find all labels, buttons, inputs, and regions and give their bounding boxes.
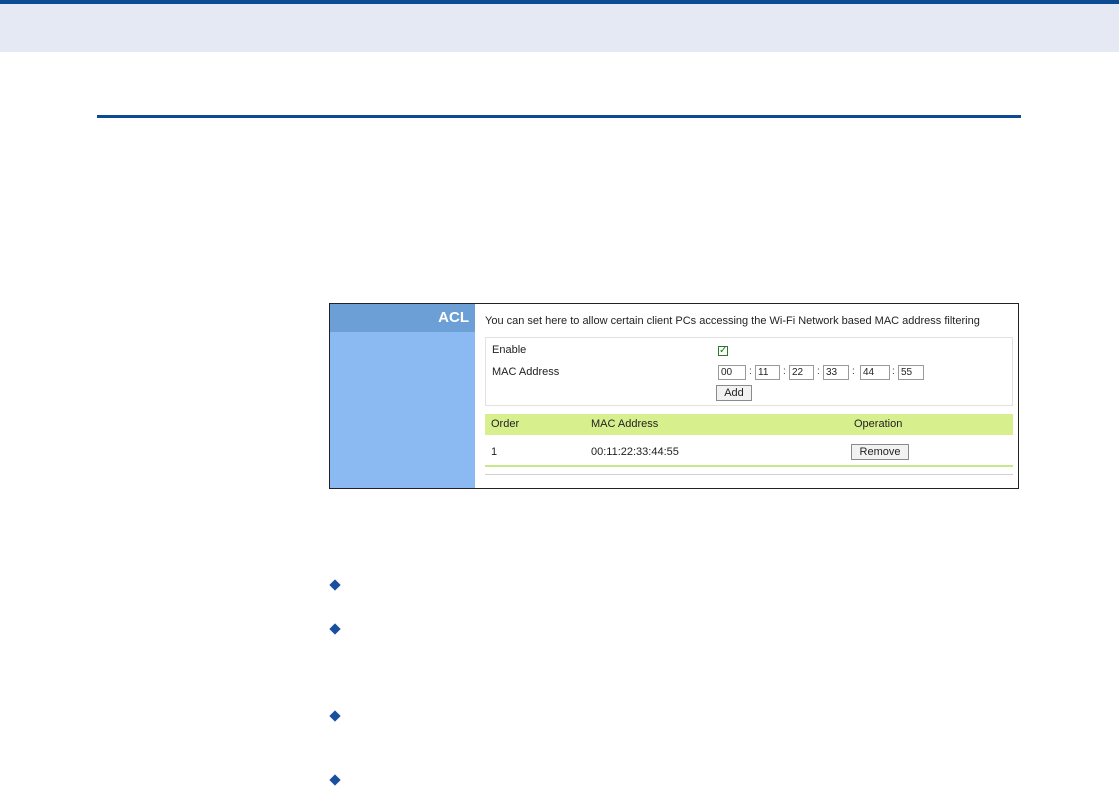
diamond-bullet-icon [329, 710, 341, 722]
diamond-bullet-icon [329, 579, 341, 591]
mac-octet-5-input[interactable] [860, 365, 890, 380]
table-row-divider [485, 465, 1013, 467]
mac-separator: : [749, 366, 752, 377]
section-rule [97, 115, 1021, 118]
acl-sidebar: ACL [330, 304, 475, 488]
mac-separator: : [783, 366, 786, 377]
mac-octet-2-input[interactable] [755, 365, 780, 380]
table-row: 1 00:11:22:33:44:55 Remove [485, 435, 1013, 466]
mac-separator: : [817, 366, 820, 377]
acl-description: You can set here to allow certain client… [485, 315, 980, 327]
enable-label: Enable [492, 344, 527, 356]
mac-octet-1-input[interactable] [718, 365, 746, 380]
acl-title: ACL [330, 304, 475, 332]
mac-separator: : [892, 366, 895, 377]
acl-screenshot: ACL You can set here to allow certain cl… [329, 303, 1019, 489]
row-mac-address: 00:11:22:33:44:55 [591, 446, 679, 458]
diamond-bullet-icon [329, 774, 341, 786]
enable-checkbox[interactable]: ✓ [718, 346, 728, 356]
diamond-bullet-icon [329, 623, 341, 635]
mac-separator: : [852, 366, 855, 377]
acl-table-header: Order MAC Address Operation [485, 414, 1013, 435]
row-order: 1 [491, 446, 498, 458]
column-header-operation: Operation [854, 418, 903, 430]
mac-octet-3-input[interactable] [789, 365, 814, 380]
check-icon: ✓ [719, 345, 728, 356]
mac-octet-4-input[interactable] [823, 365, 849, 380]
table-bottom-divider [485, 474, 1013, 475]
add-button[interactable]: Add [716, 385, 752, 401]
mac-octet-6-input[interactable] [898, 365, 924, 380]
column-header-mac-address: MAC Address [591, 418, 659, 430]
page-header-band [0, 0, 1119, 52]
column-header-order: Order [491, 418, 520, 430]
acl-main-panel: You can set here to allow certain client… [475, 304, 1018, 488]
mac-address-label: MAC Address [492, 366, 560, 378]
remove-button[interactable]: Remove [851, 444, 909, 460]
acl-form: Enable ✓ MAC Address : : : : : Add [485, 337, 1013, 406]
